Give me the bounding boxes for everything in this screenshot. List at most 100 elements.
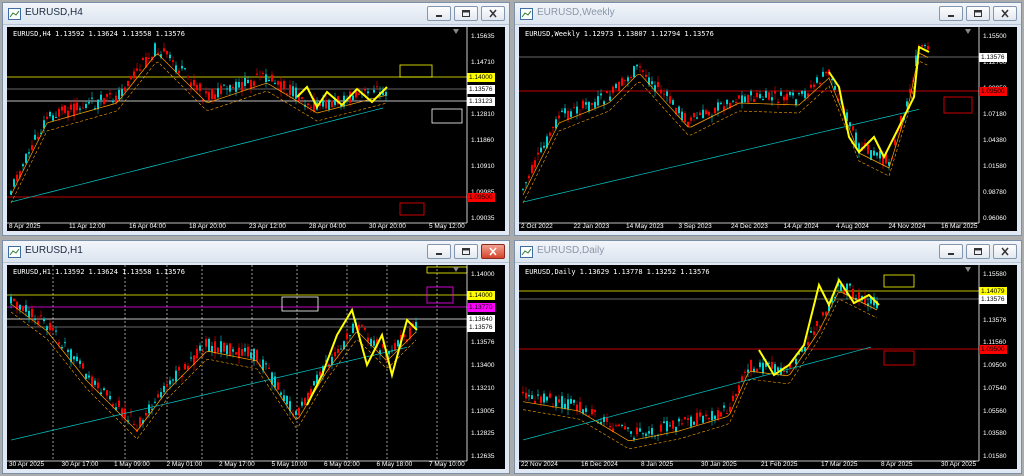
rectangle-object[interactable] xyxy=(883,274,915,288)
price-axis-label: 1.01580 xyxy=(983,163,1007,170)
close-button[interactable] xyxy=(481,6,505,21)
candle xyxy=(822,311,824,318)
maximize-button[interactable] xyxy=(966,244,990,259)
time-axis-label: 2 Oct 2022 xyxy=(521,223,553,230)
rectangle-object[interactable] xyxy=(281,296,319,312)
candle xyxy=(253,348,255,366)
candle xyxy=(561,108,563,113)
candle xyxy=(801,90,803,97)
candle xyxy=(567,393,569,415)
candle xyxy=(82,101,84,109)
chart-shift-marker[interactable] xyxy=(965,267,971,272)
close-button[interactable] xyxy=(481,244,505,259)
titlebar[interactable]: EURUSD,Daily xyxy=(515,241,1021,263)
chart-window-weekly[interactable]: EURUSD,Weekly EURUSD,Weekly 1.12973 1.1380… xyxy=(514,2,1022,236)
time-axis-label: 24 Dec 2023 xyxy=(731,223,768,230)
chart-window-h4[interactable]: EURUSD,H4 EURUSD,H4 1.13592 1.13624 1.13558… xyxy=(2,2,510,236)
rectangle-object[interactable] xyxy=(883,350,915,366)
candlestick-plot xyxy=(7,265,468,462)
candle xyxy=(570,395,572,404)
maximize-button[interactable] xyxy=(454,6,478,21)
price-tag[interactable]: 1.13576 xyxy=(467,85,495,94)
price-axis-label: 1.07540 xyxy=(983,384,1007,392)
time-axis-label: 30 Apr 2025 xyxy=(9,461,45,468)
candle xyxy=(876,151,878,159)
chart-shift-marker[interactable] xyxy=(965,29,971,34)
rectangle-object[interactable] xyxy=(399,202,425,216)
candle xyxy=(594,408,596,418)
price-tag[interactable]: 1.13770 xyxy=(467,303,495,312)
price-chart-daily[interactable]: EURUSD,Daily 1.13629 1.13778 1.13252 1.13576… xyxy=(519,265,1017,469)
candle xyxy=(250,78,252,94)
candle xyxy=(546,396,548,403)
close-button[interactable] xyxy=(993,6,1017,21)
candlestick-plot xyxy=(519,27,980,224)
candle xyxy=(238,343,240,364)
titlebar[interactable]: EURUSD,Weekly xyxy=(515,3,1021,25)
candle xyxy=(624,422,626,431)
candle xyxy=(292,80,294,100)
titlebar[interactable]: EURUSD,H4 xyxy=(3,3,509,25)
window-title: EURUSD,Daily xyxy=(537,245,605,256)
candle xyxy=(525,386,527,401)
candle xyxy=(705,410,707,421)
price-tag[interactable]: 1.13123 xyxy=(467,97,495,106)
price-tag[interactable]: 1.09500 xyxy=(467,193,495,202)
candle xyxy=(795,98,797,108)
price-tag[interactable]: 1.09500 xyxy=(979,87,1007,96)
chart-shift-marker[interactable] xyxy=(453,29,459,34)
candle xyxy=(816,320,818,332)
maximize-button[interactable] xyxy=(966,6,990,21)
rectangle-object[interactable] xyxy=(943,96,973,114)
candle xyxy=(741,90,743,109)
price-chart-h1[interactable]: EURUSD,H1 1.13592 1.13624 1.13558 1.13576 1.1… xyxy=(7,265,505,469)
candle xyxy=(726,99,728,109)
titlebar[interactable]: EURUSD,H1 xyxy=(3,241,509,263)
price-axis-label: 1.13576 xyxy=(471,339,495,347)
candle xyxy=(612,85,614,96)
rectangle-object[interactable] xyxy=(399,64,433,78)
price-chart-weekly[interactable]: EURUSD,Weekly 1.12973 1.13807 1.12794 1.1357… xyxy=(519,27,1017,231)
minimize-button[interactable] xyxy=(939,6,963,21)
candle xyxy=(259,70,261,81)
rectangle-object[interactable] xyxy=(431,108,463,124)
time-axis-label: 5 May 12:00 xyxy=(429,223,465,230)
price-tag[interactable]: 1.14000 xyxy=(467,291,495,300)
ohlc-info: EURUSD,Daily 1.13629 1.13778 1.13252 1.13576 xyxy=(525,268,714,276)
candle xyxy=(648,426,650,438)
maximize-button[interactable] xyxy=(454,244,478,259)
candle xyxy=(615,423,617,427)
candle xyxy=(391,345,393,354)
candle xyxy=(166,50,168,59)
minimize-button[interactable] xyxy=(427,244,451,259)
close-button[interactable] xyxy=(993,244,1017,259)
price-tag[interactable]: 1.14000 xyxy=(467,73,495,82)
candle xyxy=(579,109,581,119)
candle xyxy=(927,41,929,51)
time-axis-label: 8 Apr 2025 xyxy=(881,461,913,468)
price-tag[interactable]: 1.13576 xyxy=(979,53,1007,62)
chart-shift-marker[interactable] xyxy=(453,267,459,272)
time-axis-label: 2 May 01:00 xyxy=(166,461,203,468)
price-axis-label: 1.09035 xyxy=(471,215,495,222)
time-axis-label: 30 Apr 17:00 xyxy=(61,461,99,468)
price-chart-h4[interactable]: EURUSD,H4 1.13592 1.13624 1.13558 1.13576 1.1… xyxy=(7,27,505,231)
minimize-button[interactable] xyxy=(939,244,963,259)
rectangle-object[interactable] xyxy=(426,266,468,274)
minimize-button[interactable] xyxy=(427,6,451,21)
ohlc-value: 1.12794 xyxy=(650,30,681,38)
candle xyxy=(331,100,333,108)
candle xyxy=(531,162,533,175)
zigzag-indicator xyxy=(828,45,930,160)
candle xyxy=(13,298,15,302)
price-tag[interactable]: 1.09500 xyxy=(979,345,1007,354)
chart-window-daily[interactable]: EURUSD,Daily EURUSD,Daily 1.13629 1.13778 1… xyxy=(514,240,1022,474)
candle xyxy=(786,89,788,105)
price-tag[interactable]: 1.13576 xyxy=(467,323,495,332)
candle xyxy=(762,358,764,377)
price-tag[interactable]: 1.13576 xyxy=(979,295,1007,304)
time-axis-label: 3 Sep 2023 xyxy=(678,223,712,230)
candle xyxy=(564,398,566,410)
price-axis-label: 1.04380 xyxy=(983,137,1007,144)
chart-window-h1[interactable]: EURUSD,H1 EURUSD,H1 1.13592 1.13624 1.13558… xyxy=(2,240,510,474)
